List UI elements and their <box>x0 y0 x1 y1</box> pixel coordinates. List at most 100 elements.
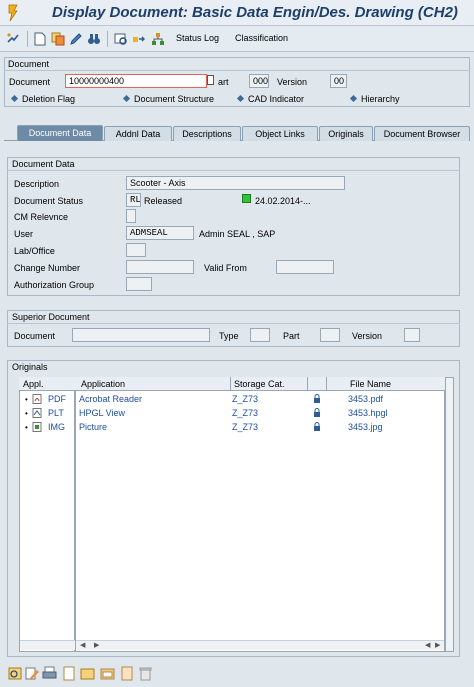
display-object-icon[interactable] <box>114 32 128 46</box>
structure-tree-icon[interactable] <box>151 32 165 46</box>
valid-from-label: Valid From <box>204 263 247 273</box>
diamond-icon <box>236 94 245 103</box>
row-storage: Z_Z73 <box>232 422 259 432</box>
part-label: art <box>218 77 229 87</box>
row-application[interactable]: Acrobat Reader <box>79 394 142 404</box>
edit-pencil-icon[interactable] <box>69 32 83 46</box>
document-structure-link[interactable]: Document Structure <box>122 94 214 104</box>
hierarchy-link[interactable]: Hierarchy <box>349 94 400 104</box>
status-log-button[interactable]: Status Log <box>176 33 219 43</box>
document-status-code-field[interactable]: RL <box>126 193 141 207</box>
deletion-flag-checkbox[interactable]: Deletion Flag <box>10 94 75 104</box>
table-row[interactable]: • PLT HPGL View Z_Z73 3453.hpgl <box>20 407 444 420</box>
img-file-icon <box>32 422 42 432</box>
pdf-file-icon <box>32 394 42 404</box>
lock-icon <box>314 408 320 417</box>
row-appl: IMG <box>48 422 65 432</box>
new-document-icon[interactable] <box>33 32 47 46</box>
tab-addnl-data[interactable]: Addnl Data <box>104 126 172 141</box>
delete-trash-icon[interactable] <box>138 666 153 681</box>
status-green-icon <box>242 194 251 203</box>
document-section-title: Document <box>8 59 50 69</box>
table-row[interactable]: • PDF Acrobat Reader Z_Z73 3453.pdf <box>20 393 444 406</box>
lock-icon <box>314 394 320 403</box>
plt-file-icon <box>32 408 42 418</box>
row-appl: PDF <box>48 394 66 404</box>
tree-bullet-icon: • <box>25 423 28 432</box>
table-horizontal-scrollbar[interactable] <box>76 640 444 650</box>
tree-bullet-icon: • <box>25 409 28 418</box>
tab-object-links[interactable]: Object Links <box>242 126 318 141</box>
row-storage: Z_Z73 <box>232 408 259 418</box>
check-in-icon[interactable] <box>100 666 115 681</box>
page-title: Display Document: Basic Data Engin/Des. … <box>52 4 458 21</box>
document-data-section-title: Document Data <box>12 159 75 169</box>
document-status-date: 24.02.2014-... <box>255 196 311 206</box>
scroll-left-arrow-icon[interactable]: ◀ <box>80 641 85 649</box>
superior-version-field[interactable] <box>404 328 420 342</box>
superior-type-label: Type <box>219 331 239 341</box>
authorization-group-field[interactable] <box>126 277 152 291</box>
tab-descriptions[interactable]: Descriptions <box>173 126 241 141</box>
superior-part-field[interactable] <box>320 328 340 342</box>
tab-document-data[interactable]: Document Data <box>17 125 103 141</box>
table-row[interactable]: • IMG Picture Z_Z73 3453.jpg <box>20 421 444 434</box>
superior-part-label: Part <box>283 331 300 341</box>
hierarchy-transfer-icon[interactable] <box>132 32 146 46</box>
row-application[interactable]: Picture <box>79 422 107 432</box>
diamond-icon <box>349 94 358 103</box>
user-field[interactable]: ADMSEAL <box>126 226 194 240</box>
scroll-right-arrow-icon[interactable]: ▶ <box>435 641 440 649</box>
version-field[interactable]: 00 <box>330 74 347 88</box>
find-binoculars-icon[interactable] <box>87 32 101 46</box>
copy-icon[interactable] <box>51 32 65 46</box>
switch-mode-icon[interactable] <box>6 32 20 46</box>
column-header-file-name[interactable]: File Name <box>350 379 391 389</box>
row-appl: PLT <box>48 408 64 418</box>
row-file-name: 3453.jpg <box>348 422 383 432</box>
user-label: User <box>14 229 34 239</box>
cm-relevance-checkbox[interactable] <box>126 209 136 223</box>
tree-horizontal-scrollbar[interactable] <box>20 640 75 650</box>
print-icon[interactable] <box>42 666 57 681</box>
attach-document-icon[interactable] <box>120 666 135 681</box>
document-number-field[interactable]: 10000000400 <box>65 74 207 88</box>
description-field[interactable]: Scooter - Axis <box>126 176 345 190</box>
part-field[interactable]: 000 <box>249 74 269 88</box>
classification-button[interactable]: Classification <box>235 33 288 43</box>
row-file-name: 3453.hpgl <box>348 408 388 418</box>
document-search-help-icon[interactable] <box>207 75 214 85</box>
column-header-application[interactable]: Application <box>81 379 125 389</box>
version-label: Version <box>277 77 308 87</box>
document-status-label: Document Status <box>14 196 84 206</box>
cm-relevance-label: CM Relevnce <box>14 212 69 222</box>
authorization-group-label: Authorization Group <box>14 280 95 290</box>
user-full-name: Admin SEAL , SAP <box>199 229 276 239</box>
column-header-appl[interactable]: Appl. <box>23 379 44 389</box>
new-original-icon[interactable] <box>62 666 77 681</box>
detail-view-icon[interactable] <box>8 666 23 681</box>
sap-menu-icon[interactable] <box>6 2 42 24</box>
superior-version-label: Version <box>352 331 383 341</box>
application-toolbar: Status Log Classification <box>0 26 474 52</box>
document-status-text: Released <box>144 196 183 206</box>
originals-vertical-scrollbar[interactable] <box>445 377 454 652</box>
open-folder-icon[interactable] <box>80 666 95 681</box>
description-label: Description <box>14 179 60 189</box>
valid-from-field[interactable] <box>276 260 334 274</box>
row-application[interactable]: HPGL View <box>79 408 125 418</box>
row-file-name: 3453.pdf <box>348 394 384 404</box>
originals-section-title: Originals <box>12 362 48 372</box>
tree-bullet-icon: • <box>25 395 28 404</box>
superior-document-field[interactable] <box>72 328 210 342</box>
column-header-storage[interactable]: Storage Cat. <box>234 379 285 389</box>
tab-originals[interactable]: Originals <box>319 126 373 141</box>
scroll-left-arrow-icon[interactable]: ◀ <box>425 641 430 649</box>
superior-type-field[interactable] <box>250 328 270 342</box>
change-original-icon[interactable] <box>25 666 40 681</box>
cad-indicator-checkbox[interactable]: CAD Indicator <box>236 94 304 104</box>
scroll-right-arrow-icon[interactable]: ▶ <box>94 641 99 649</box>
lab-office-field[interactable] <box>126 243 146 257</box>
change-number-field[interactable] <box>126 260 194 274</box>
tab-document-browser[interactable]: Document Browser <box>374 126 470 141</box>
